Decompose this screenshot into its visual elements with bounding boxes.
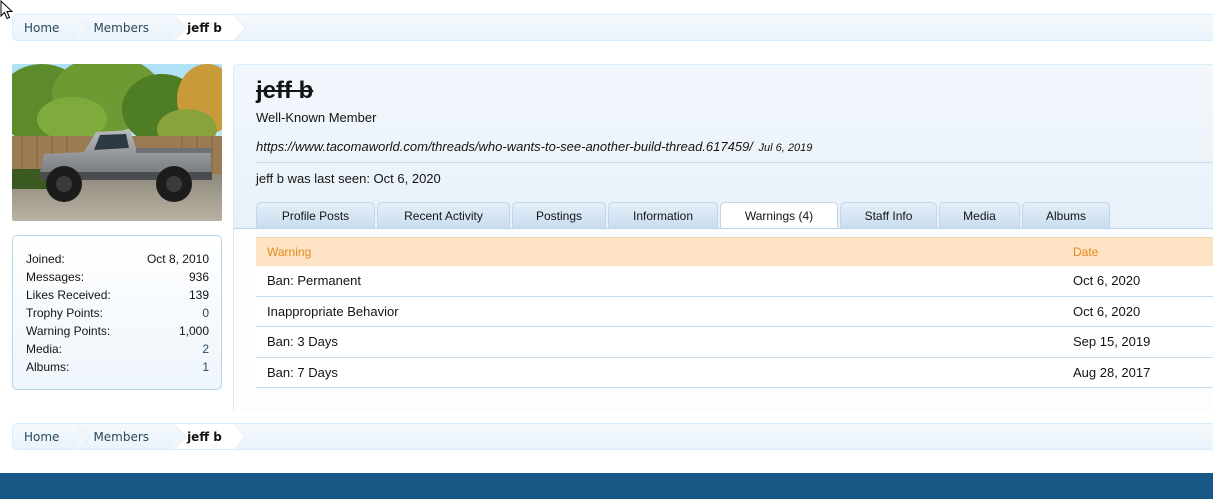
breadcrumb-members[interactable]: Members: [77, 15, 187, 40]
profile-status-message: https://www.tacomaworld.com/threads/who-…: [256, 139, 812, 154]
tab-albums[interactable]: Albums: [1022, 202, 1110, 228]
table-row[interactable]: Ban: Permanent Oct 6, 2020: [256, 266, 1213, 297]
table-row[interactable]: Ban: 3 Days Sep 15, 2019: [256, 327, 1213, 358]
tab-information[interactable]: Information: [608, 202, 718, 228]
media-count-link[interactable]: 2: [202, 340, 209, 358]
profile-header: jeff b Well-Known Member https://www.tac…: [234, 65, 1213, 229]
stat-messages: Messages: 936: [26, 270, 209, 284]
tab-postings[interactable]: Postings: [512, 202, 606, 228]
stat-likes-received: Likes Received: 139: [26, 288, 209, 302]
profile-main-panel: jeff b Well-Known Member https://www.tac…: [233, 64, 1213, 412]
tab-warnings[interactable]: Warnings (4): [720, 202, 838, 229]
warning-title[interactable]: Ban: Permanent: [256, 273, 1062, 288]
member-stats-box: Joined: Oct 8, 2010 Messages: 936 Likes …: [12, 235, 222, 390]
breadcrumb-home[interactable]: Home: [13, 424, 92, 449]
truck-avatar-image[interactable]: [12, 64, 222, 221]
tab-content-border: [234, 228, 1213, 229]
table-row[interactable]: Ban: 7 Days Aug 28, 2017: [256, 357, 1213, 388]
profile-tabs: Profile Posts Recent Activity Postings I…: [256, 202, 1112, 229]
last-seen-text: jeff b was last seen: Oct 6, 2020: [256, 171, 441, 186]
warnings-table: Warning Date Ban: Permanent Oct 6, 2020 …: [256, 237, 1213, 388]
breadcrumb-bottom: Home Members jeff b: [12, 423, 1213, 450]
stat-media: Media: 2: [26, 340, 209, 358]
warnings-table-header: Warning Date: [256, 237, 1213, 266]
warning-date: Aug 28, 2017: [1073, 364, 1151, 380]
warning-date: Oct 6, 2020: [1073, 303, 1141, 319]
status-text: https://www.tacomaworld.com/threads/who-…: [256, 139, 753, 154]
status-date[interactable]: Jul 6, 2019: [759, 142, 813, 154]
table-row[interactable]: Inappropriate Behavior Oct 6, 2020: [256, 296, 1213, 327]
stat-trophy-points: Trophy Points: 0: [26, 304, 209, 322]
warning-date: Sep 15, 2019: [1073, 334, 1151, 350]
breadcrumb-top: Home Members jeff b: [12, 14, 1213, 41]
stat-joined: Joined: Oct 8, 2010: [26, 252, 209, 266]
tab-staff-info[interactable]: Staff Info: [840, 202, 937, 228]
breadcrumb-members[interactable]: Members: [77, 424, 187, 449]
stat-albums: Albums: 1: [26, 358, 209, 376]
tab-profile-posts[interactable]: Profile Posts: [256, 202, 375, 228]
tab-media[interactable]: Media: [939, 202, 1020, 228]
tab-recent-activity[interactable]: Recent Activity: [377, 202, 510, 228]
header-divider: [256, 162, 1213, 163]
profile-username: jeff b: [256, 77, 314, 104]
warning-date: Oct 6, 2020: [1073, 273, 1141, 289]
warning-title[interactable]: Ban: 7 Days: [256, 365, 1062, 380]
stat-warning-points: Warning Points: 1,000: [26, 324, 209, 338]
user-title: Well-Known Member: [256, 110, 377, 125]
albums-count-link[interactable]: 1: [202, 358, 209, 376]
page-footer-bar: [0, 473, 1213, 499]
warning-title[interactable]: Ban: 3 Days: [256, 334, 1062, 349]
warning-title[interactable]: Inappropriate Behavior: [256, 304, 1062, 319]
trophy-points-link[interactable]: 0: [202, 304, 209, 322]
breadcrumb-home[interactable]: Home: [13, 15, 92, 40]
column-header-warning: Warning: [267, 245, 312, 259]
column-header-date: Date: [1073, 245, 1099, 259]
